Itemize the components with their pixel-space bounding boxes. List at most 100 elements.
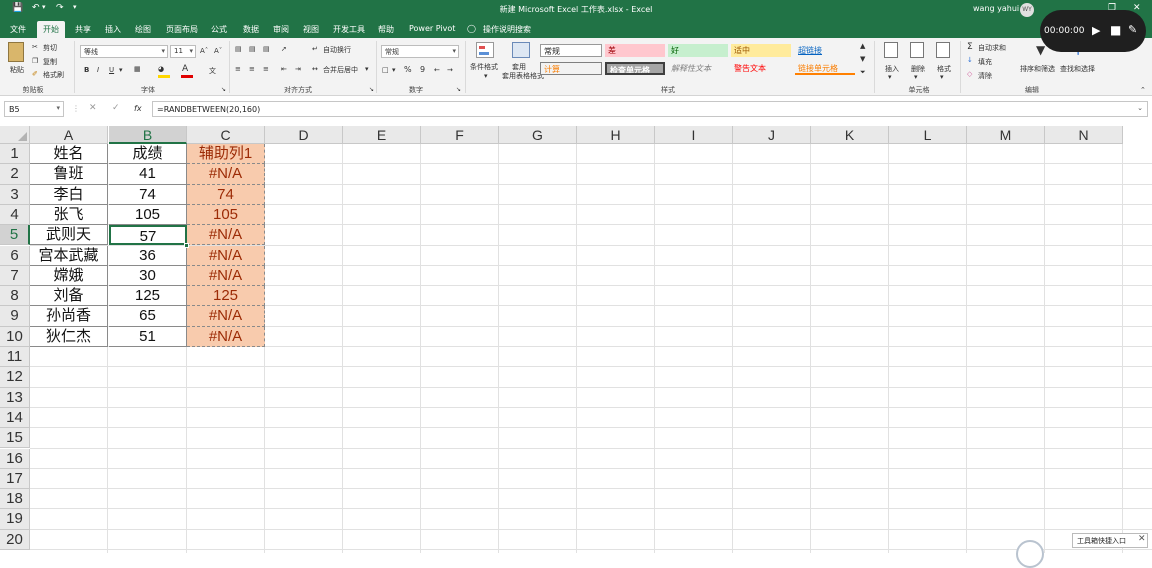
dialog-launcher-icon[interactable]: ↘: [369, 86, 374, 93]
cell-b7[interactable]: 30: [109, 265, 187, 287]
column-header-i[interactable]: I: [655, 126, 733, 144]
cell-b1[interactable]: 成绩: [109, 144, 187, 165]
italic-button[interactable]: I: [97, 66, 99, 74]
cell-b2[interactable]: 41: [109, 164, 187, 185]
style-check-cell[interactable]: 检查单元格: [605, 62, 665, 75]
phonetic-icon[interactable]: 文: [209, 66, 216, 76]
cell-a7[interactable]: 嫦娥: [30, 265, 108, 287]
styles-scroll-up-icon[interactable]: ▲: [860, 42, 865, 50]
sort-filter-button[interactable]: 排序和筛选: [1020, 64, 1055, 74]
cell-b5[interactable]: 57: [109, 225, 187, 246]
style-normal[interactable]: 常规: [540, 44, 602, 57]
column-header-g[interactable]: G: [499, 126, 577, 144]
cell-a10[interactable]: 狄仁杰: [30, 326, 108, 347]
orientation-icon[interactable]: ➚: [281, 45, 287, 53]
cell-b9[interactable]: 65: [109, 306, 187, 327]
cell-b8[interactable]: 125: [109, 286, 187, 307]
clear-button[interactable]: 清除: [978, 71, 992, 81]
font-size-select[interactable]: 11 ▾: [170, 45, 196, 58]
chevron-down-icon[interactable]: ▾: [392, 66, 396, 74]
select-all-corner[interactable]: [0, 126, 30, 144]
tab-share[interactable]: 共享: [75, 24, 91, 35]
row-header-15[interactable]: 15: [0, 428, 30, 449]
column-header-e[interactable]: E: [343, 126, 421, 144]
cell-b6[interactable]: 36: [109, 245, 187, 266]
font-name-select[interactable]: 等线 ▾: [80, 45, 168, 58]
percent-button[interactable]: %: [404, 65, 412, 74]
name-box[interactable]: B5 ▾: [4, 101, 64, 117]
column-header-c[interactable]: C: [187, 126, 265, 144]
column-header-n[interactable]: N: [1045, 126, 1123, 144]
underline-button[interactable]: U: [109, 66, 114, 74]
cell-b4[interactable]: 105: [109, 204, 187, 226]
style-linked-cell[interactable]: 链接单元格: [795, 62, 855, 75]
tab-data[interactable]: 数据: [243, 24, 259, 35]
tab-page-layout[interactable]: 页面布局: [166, 24, 198, 35]
align-top-icon[interactable]: ▤: [235, 45, 242, 53]
style-hyperlink[interactable]: 超链接: [795, 44, 855, 57]
column-header-a[interactable]: A: [30, 126, 108, 144]
row-header-11[interactable]: 11: [0, 347, 30, 368]
tab-review[interactable]: 审阅: [273, 24, 289, 35]
cell-a1[interactable]: 姓名: [30, 144, 108, 165]
align-center-icon[interactable]: ≡: [249, 65, 255, 73]
autosum-button[interactable]: 自动求和: [978, 43, 1006, 53]
cell-c6[interactable]: #N/A: [187, 245, 265, 266]
collapse-ribbon-icon[interactable]: ⌃: [1140, 86, 1146, 94]
cell-c8[interactable]: 125: [187, 286, 265, 307]
paste-button[interactable]: 粘贴: [10, 65, 24, 75]
currency-icon[interactable]: □: [382, 66, 389, 74]
tab-home[interactable]: 开始: [37, 21, 65, 38]
bold-button[interactable]: B: [84, 66, 89, 74]
chevron-down-icon[interactable]: ▾: [888, 73, 892, 81]
column-header-j[interactable]: J: [733, 126, 811, 144]
tab-power-pivot[interactable]: Power Pivot: [409, 24, 455, 33]
tell-me-search[interactable]: 操作说明搜索: [483, 24, 531, 35]
chevron-down-icon[interactable]: ▾: [484, 72, 488, 80]
row-header-13[interactable]: 13: [0, 387, 30, 408]
number-format-select[interactable]: 常规 ▾: [381, 45, 459, 58]
column-header-f[interactable]: F: [421, 126, 499, 144]
fill-handle[interactable]: [184, 242, 189, 248]
toolbox-close-icon[interactable]: ✕: [1138, 534, 1146, 544]
cell-b10[interactable]: 51: [109, 326, 187, 347]
cut-button[interactable]: 剪切: [43, 43, 57, 53]
find-select-button[interactable]: 查找和选择: [1060, 64, 1095, 74]
row-header-19[interactable]: 19: [0, 509, 30, 530]
conditional-format-button[interactable]: 条件格式: [470, 62, 498, 72]
cell-c4[interactable]: 105: [187, 204, 265, 226]
increase-decimal-icon[interactable]: ←: [434, 66, 440, 74]
tab-developer[interactable]: 开发工具: [333, 24, 365, 35]
tab-view[interactable]: 视图: [303, 24, 319, 35]
column-header-k[interactable]: K: [811, 126, 889, 144]
shrink-font-icon[interactable]: Aˇ: [214, 47, 222, 55]
insert-function-icon[interactable]: fx: [134, 104, 142, 113]
dialog-launcher-icon[interactable]: ↘: [456, 86, 461, 93]
cell-a8[interactable]: 刘备: [30, 286, 108, 307]
style-bad[interactable]: 差: [605, 44, 665, 57]
tab-insert[interactable]: 插入: [105, 24, 121, 35]
cell-a4[interactable]: 张飞: [30, 204, 108, 226]
tab-help[interactable]: 帮助: [378, 24, 394, 35]
tab-draw[interactable]: 绘图: [135, 24, 151, 35]
fill-button[interactable]: 填充: [978, 57, 992, 67]
tab-formulas[interactable]: 公式: [211, 24, 227, 35]
row-header-12[interactable]: 12: [0, 367, 30, 388]
toolbox-shortcut[interactable]: 工具箱快捷入口: [1072, 533, 1148, 548]
cell-c3[interactable]: 74: [187, 184, 265, 205]
column-header-b[interactable]: B: [109, 126, 187, 144]
cell-a2[interactable]: 鲁班: [30, 164, 108, 185]
wrap-text-button[interactable]: 自动换行: [323, 45, 351, 55]
column-header-m[interactable]: M: [967, 126, 1045, 144]
chevron-down-icon[interactable]: ▾: [119, 66, 123, 74]
format-painter-button[interactable]: 格式刷: [43, 70, 64, 80]
style-explanatory[interactable]: 解释性文本: [668, 62, 728, 75]
cell-a9[interactable]: 孙尚香: [30, 306, 108, 327]
cell-c9[interactable]: #N/A: [187, 306, 265, 327]
tab-file[interactable]: 文件: [10, 24, 26, 35]
row-header-6[interactable]: 6: [0, 245, 30, 266]
resize-handle-icon[interactable]: ⋮: [72, 104, 80, 113]
decrease-indent-icon[interactable]: ⇤: [281, 65, 287, 73]
chevron-down-icon[interactable]: ▾: [914, 73, 918, 81]
column-header-d[interactable]: D: [265, 126, 343, 144]
